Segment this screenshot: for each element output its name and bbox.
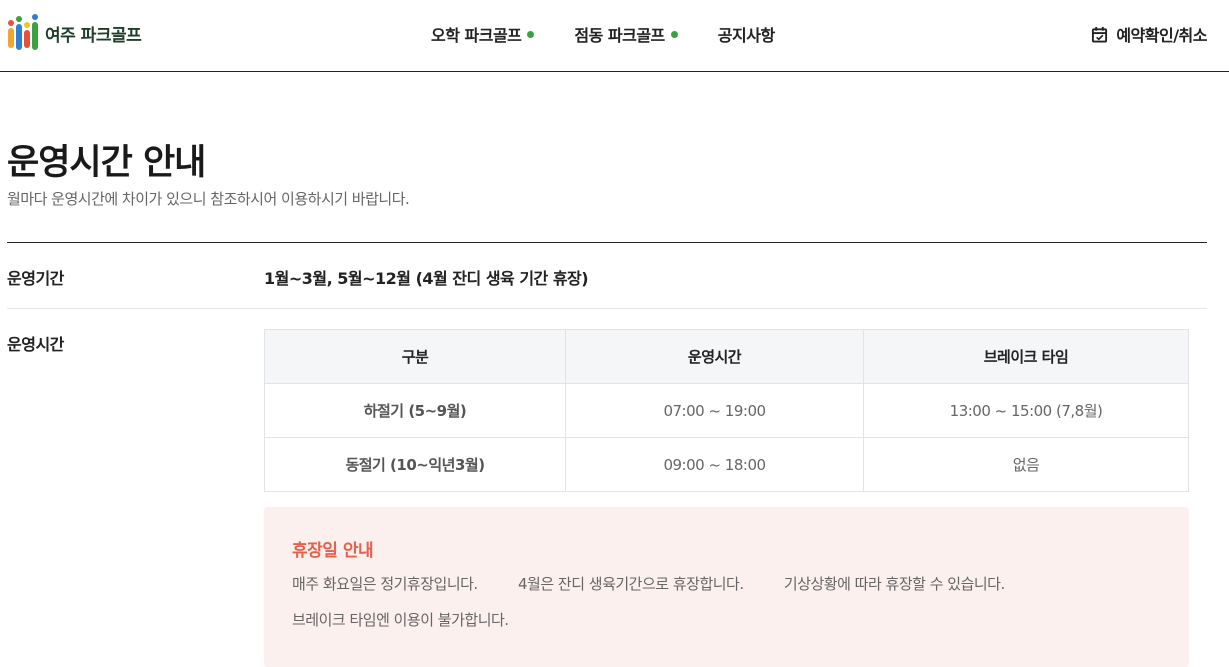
col-header-break: 브레이크 타임 [863,329,1189,384]
status-dot-icon [670,30,678,38]
status-dot-icon [527,30,535,38]
hours-table: 구분 운영시간 브레이크 타임 하절기 (5~9월) 07:00 ~ 19:00… [264,329,1189,492]
logo-icon [8,14,38,50]
season-cell: 동절기 (10~익년3월) [264,437,566,492]
nav-notice-label: 공지사항 [717,26,775,45]
logo-text: 여주 파크골프 [45,25,142,46]
table-row: 하절기 (5~9월) 07:00 ~ 19:00 13:00 ~ 15:00 (… [264,383,1189,438]
season-cell: 하절기 (5~9월) [264,383,566,438]
closure-notice-box: 휴장일 안내 매주 화요일은 정기휴장입니다. 4월은 잔디 생육기간으로 휴장… [264,507,1189,667]
col-header-category: 구분 [264,329,566,384]
closure-notice-line: 매주 화요일은 정기휴장입니다. 4월은 잔디 생육기간으로 휴장합니다. 기상… [292,573,1005,594]
section-divider [7,242,1207,243]
reservation-check-label: 예약확인/취소 [1116,26,1207,45]
hours-label: 운영시간 [7,335,64,354]
nav-jeomdong-label: 점동 파크골프 [574,26,665,45]
hours-cell: 09:00 ~ 18:00 [565,437,864,492]
hours-cell: 07:00 ~ 19:00 [565,383,864,438]
reservation-check-link[interactable]: 예약확인/취소 [1091,22,1207,46]
calendar-check-icon [1092,26,1108,43]
period-value: 1월~3월, 5월~12월 (4월 잔디 생육 기간 휴장) [264,269,589,288]
period-label: 운영기간 [7,269,64,288]
break-cell: 없음 [863,437,1189,492]
page-title: 운영시간 안내 [7,143,206,183]
nav-jeomdong[interactable]: 점동 파크골프 [574,22,678,46]
page-subtitle: 월마다 운영시간에 차이가 있으니 참조하시어 이용하시기 바랍니다. [7,190,410,208]
nav-ohak[interactable]: 오학 파크골프 [431,22,535,46]
main-nav: 오학 파크골프 점동 파크골프 공지사항 [431,22,775,46]
closure-item-weather: 기상상황에 따라 휴장할 수 있습니다. [783,575,1005,593]
closure-item-break: 브레이크 타임엔 이용이 불가합니다. [292,611,509,629]
closure-item-april: 4월은 잔디 생육기간으로 휴장합니다. [518,575,744,593]
site-header: 여주 파크골프 오학 파크골프 점동 파크골프 공지사항 예약확인/취소 [0,0,1229,72]
nav-notice[interactable]: 공지사항 [718,22,775,46]
closure-item-tuesday: 매주 화요일은 정기휴장입니다. [292,575,478,593]
closure-notice-title: 휴장일 안내 [292,541,374,561]
site-logo[interactable]: 여주 파크골프 [7,14,142,52]
row-divider [7,308,1207,309]
break-cell: 13:00 ~ 15:00 (7,8월) [863,383,1189,438]
nav-ohak-label: 오학 파크골프 [431,26,522,45]
col-header-hours: 운영시간 [565,329,864,384]
table-header-row: 구분 운영시간 브레이크 타임 [264,329,1189,384]
table-row: 동절기 (10~익년3월) 09:00 ~ 18:00 없음 [264,437,1189,492]
